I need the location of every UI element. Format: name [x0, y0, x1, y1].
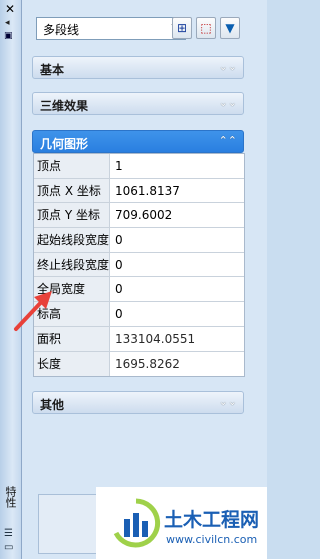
toggle-pickadd-button[interactable]: ⊞: [172, 17, 192, 39]
section-other[interactable]: 其他 ⌄⌄: [32, 391, 244, 414]
watermark-title: 土木工程网: [164, 509, 260, 531]
close-icon[interactable]: ✕: [3, 2, 17, 16]
property-value: 1695.8262: [115, 356, 180, 371]
property-value[interactable]: 709.6002: [115, 203, 172, 227]
property-value[interactable]: 0: [115, 277, 123, 301]
property-row[interactable]: 顶点 Y 坐标 709.6002: [34, 203, 244, 229]
property-label: 顶点 Y 坐标: [34, 203, 110, 228]
pickadd-icon: ⊞: [176, 21, 188, 35]
geometry-property-grid: 顶点 1 顶点 X 坐标 1061.8137 顶点 Y 坐标 709.6002 …: [33, 153, 245, 378]
property-row[interactable]: 顶点 X 坐标 1061.8137: [34, 178, 244, 204]
expand-icon[interactable]: ⌄⌄: [219, 95, 237, 111]
property-value[interactable]: 0: [115, 302, 123, 326]
property-label: 顶点: [34, 154, 110, 178]
palette-pin-icon[interactable]: ▭: [4, 542, 16, 554]
watermark-logo-icon: [113, 498, 161, 548]
property-row-global-width[interactable]: 全局宽度 0: [34, 277, 244, 303]
property-value[interactable]: 0: [115, 253, 123, 277]
property-value[interactable]: 1: [115, 154, 123, 178]
annotation-arrow: [14, 291, 52, 331]
property-row[interactable]: 标高 0: [34, 302, 244, 327]
property-label: 长度: [34, 351, 110, 377]
select-objects-button[interactable]: ⬚: [196, 17, 216, 39]
section-geometry-title: 几何图形: [40, 137, 89, 151]
properties-menu-icon[interactable]: ▣: [4, 30, 16, 42]
property-value[interactable]: 0: [115, 228, 123, 252]
collapse-icon[interactable]: ⌃⌃: [219, 133, 237, 149]
property-row[interactable]: 起始线段宽度 0: [34, 228, 244, 253]
palette-title-strip: ✕ ◂ ▣ 特性 ☰ ▭: [0, 0, 22, 559]
palette-options-icon[interactable]: ☰: [4, 528, 16, 540]
filter-icon: ▼: [225, 21, 235, 35]
object-type-value: 多段线: [43, 23, 80, 37]
property-row[interactable]: 终止线段宽度 0: [34, 252, 244, 278]
quick-select-button[interactable]: ▼: [220, 17, 240, 39]
property-label: 终止线段宽度: [34, 252, 110, 277]
watermark: 土木工程网 www.civilcn.com: [96, 487, 267, 559]
expand-icon[interactable]: ⌄⌄: [219, 59, 237, 75]
property-label: 起始线段宽度: [34, 228, 110, 252]
property-value: 133104.0551: [115, 331, 196, 346]
select-objects-icon: ⬚: [200, 21, 212, 35]
section-3d-effect[interactable]: 三维效果 ⌄⌄: [32, 92, 244, 115]
section-3d-effect-title: 三维效果: [40, 99, 89, 113]
property-value[interactable]: 1061.8137: [115, 179, 180, 203]
property-label: 顶点 X 坐标: [34, 178, 110, 203]
watermark-url: www.civilcn.com: [166, 533, 258, 546]
properties-toolbar: 多段线 ▼ ⊞ ⬚ ▼: [22, 14, 267, 44]
property-row-readonly: 面积 133104.0551: [34, 326, 244, 352]
section-geometry[interactable]: 几何图形 ⌃⌃: [32, 130, 244, 153]
section-basic-title: 基本: [40, 63, 65, 77]
section-basic[interactable]: 基本 ⌄⌄: [32, 56, 244, 79]
object-type-select[interactable]: 多段线 ▼: [36, 17, 186, 40]
palette-title: 特性: [4, 486, 17, 508]
section-other-title: 其他: [40, 398, 65, 412]
property-row-readonly: 长度 1695.8262: [34, 351, 244, 377]
property-row[interactable]: 顶点 1: [34, 154, 244, 179]
auto-hide-icon[interactable]: ◂: [5, 18, 15, 28]
expand-icon[interactable]: ⌄⌄: [219, 394, 237, 410]
